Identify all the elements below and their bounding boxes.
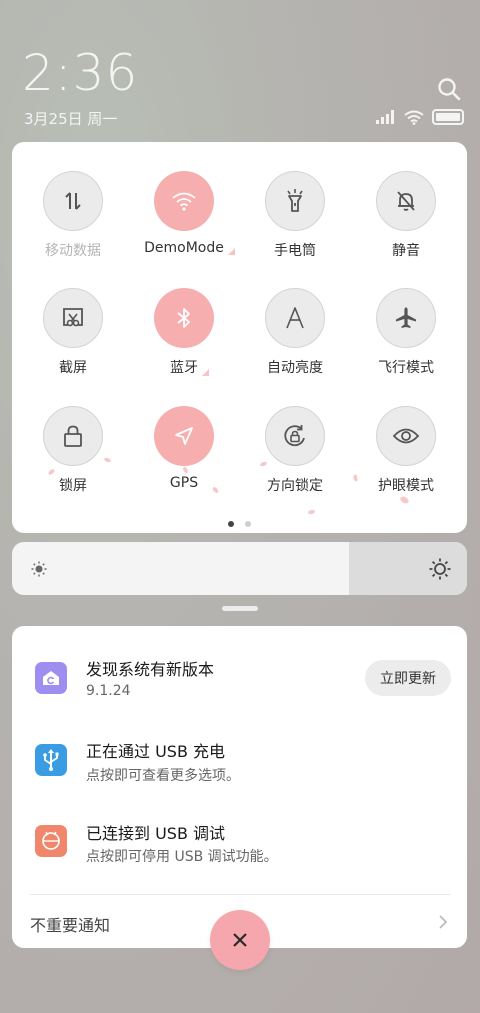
tile-label: 静音 [392,243,420,259]
tile-gps[interactable]: GPS [134,406,234,491]
tile-label: 锁屏 [59,478,87,494]
bluetooth-icon [177,308,190,328]
mute-bell-icon [397,191,415,211]
tile-eye-care[interactable]: 护眼模式 [356,406,456,495]
wifi-icon [172,192,196,211]
tile-rotation-lock[interactable]: 方向锁定 [245,406,345,495]
expand-corner-icon [202,369,209,376]
tile-label: 手电筒 [274,243,316,259]
notification-subtitle: 9.1.24 [86,683,131,699]
screenshot-icon [63,308,83,327]
tile-label: 截屏 [59,360,87,376]
tile-label: 自动亮度 [267,360,323,376]
tile-auto-brightness[interactable]: 自动亮度 [245,288,345,377]
tile-mute[interactable]: 静音 [356,171,456,260]
update-now-button[interactable]: 立即更新 [365,660,451,696]
tile-label: 移动数据 [45,243,101,259]
page-dot-active [228,521,234,527]
tile-bluetooth[interactable]: 蓝牙 [134,288,234,377]
expand-corner-icon [227,248,235,255]
tile-label: 飞行模式 [378,360,434,376]
status-icons [376,108,464,126]
notification-usb-debugging[interactable]: 已连接到 USB 调试 点按即可停用 USB 调试功能。 [12,808,467,890]
date-label: 3月25日 周一 [24,110,118,128]
tile-lock-screen[interactable]: 锁屏 [23,406,123,495]
clear-all-button[interactable] [210,910,270,970]
tile-label-text: DemoMode [144,240,224,256]
notification-system-update[interactable]: 发现系统有新版本 9.1.24 立即更新 [12,626,467,726]
battery-icon [432,109,464,125]
tile-label: 蓝牙 [170,357,209,377]
tile-label: 护眼模式 [378,478,434,494]
close-icon [233,933,247,947]
tile-label: DemoMode [144,240,235,256]
signal-icon [376,110,394,124]
drag-handle[interactable] [222,606,258,611]
chevron-right-icon[interactable] [437,914,449,930]
brightness-high-icon [429,558,451,580]
clock: 2:36 [22,44,139,102]
notification-subtitle: 点按即可查看更多选项。 [86,768,240,784]
quick-settings-panel: 移动数据 DemoMode 手电筒 静音 截屏 蓝牙 自动亮度 飞行模式 锁屏 … [12,142,467,533]
petal-decoration [307,509,316,515]
brightness-slider[interactable] [12,542,467,595]
flashlight-icon [287,189,303,212]
rotation-lock-icon [284,425,305,447]
tile-airplane[interactable]: 飞行模式 [356,288,456,377]
search-icon[interactable] [436,76,462,102]
divider [30,894,451,895]
tile-screenshot[interactable]: 截屏 [23,288,123,377]
airplane-icon [396,307,416,328]
page-dot [245,521,251,527]
notification-title: 发现系统有新版本 [86,660,215,679]
notification-panel: 发现系统有新版本 9.1.24 立即更新 正在通过 USB 充电 点按即可查看更… [12,626,467,948]
update-icon [35,662,67,694]
usb-icon [35,744,67,776]
eye-icon [392,428,420,444]
tile-label: GPS [169,475,199,491]
tile-flashlight[interactable]: 手电筒 [245,171,345,260]
auto-brightness-icon [286,307,304,329]
notification-usb-charging[interactable]: 正在通过 USB 充电 点按即可查看更多选项。 [12,726,467,808]
tile-demomode[interactable]: DemoMode [134,171,235,256]
notification-title: 已连接到 USB 调试 [86,824,226,843]
lock-icon [64,425,82,447]
petal-decoration [399,495,410,505]
tile-label: 方向锁定 [267,478,323,494]
android-debug-icon [35,825,67,857]
tile-label-text: 蓝牙 [170,360,198,376]
gps-icon [175,427,193,445]
wifi-status-icon [404,110,424,125]
notification-title: 正在通过 USB 充电 [86,742,226,761]
mobile-data-icon [65,192,81,210]
tile-mobile-data[interactable]: 移动数据 [23,171,123,260]
brightness-low-icon [31,561,47,577]
minor-notifications-link[interactable]: 不重要通知 [30,912,110,936]
notification-subtitle: 点按即可停用 USB 调试功能。 [86,849,278,865]
